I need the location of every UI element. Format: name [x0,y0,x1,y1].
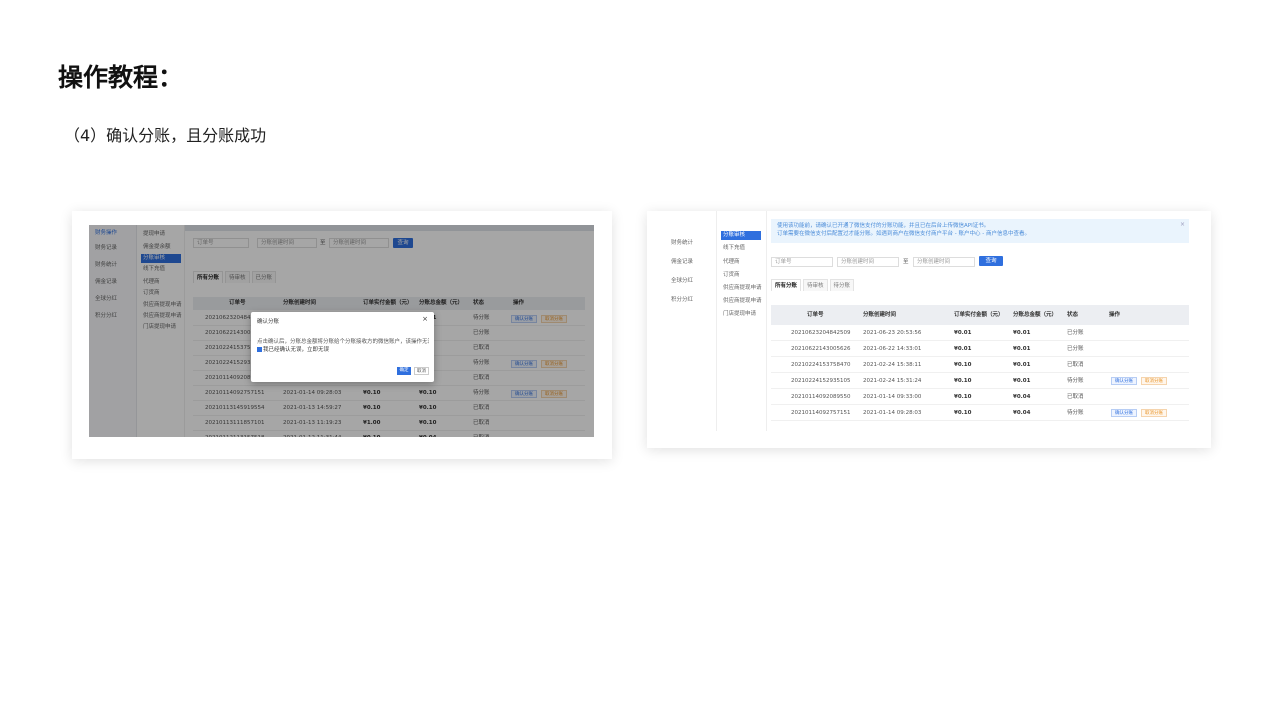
info-notice: 使用该功能前，请确认已开通了微信支付的分账功能，并且已在后台上传微信API证书。… [771,219,1189,243]
admin-panel: 财务操作 财务记录 财务统计 佣金记录 全球分红 积分分红 提现申请 佣金提余额… [89,225,594,437]
slide-title: 操作教程： [58,63,184,92]
col-time: 分账创建时间 [863,312,897,318]
search-button[interactable]: 查询 [979,256,1003,266]
notice-line: 使用该功能前，请确认已开通了微信支付的分账功能，并且已在后台上传微信API证书。 [777,223,990,229]
dialog-cancel-button[interactable]: 取消 [414,367,429,375]
start-date-input[interactable]: 分账创建时间 [837,257,899,267]
sub-nav-item[interactable]: 订货商 [721,271,740,280]
cell-paid: ¥0.01 [954,346,972,352]
slide-subtitle: （4）确认分账，且分账成功 [64,126,267,145]
cell-time: 2021-01-14 09:33:00 [863,394,922,400]
nav-item[interactable]: 积分分红 [671,296,693,305]
cell-order: 20210224153758470 [791,362,851,368]
table-row: 20210114092089550 2021-01-14 09:33:00 ¥0.1… [771,389,1189,405]
tab-bar: 所有分账 待审核 待分账 [771,279,856,291]
cell-status: 已分账 [1067,330,1084,336]
cell-order: 20210224152935105 [791,378,851,384]
cell-split: ¥0.04 [1013,410,1031,416]
cell-paid: ¥0.01 [954,330,972,336]
confirm-checkbox[interactable]: 我已经确认无误，立即无误 [257,345,329,353]
cell-time: 2021-06-22 14:33:01 [863,346,922,352]
order-search-input[interactable]: 订单号 [771,257,833,267]
slide: 操作教程： （4）确认分账，且分账成功 财务操作 财务记录 财务统计 佣金记录 … [0,0,1280,720]
notice-line: 订单需要在微信支付后配置过才能分账。如遇到商户在微信支付商户平台 - 账户中心 … [777,231,1030,237]
dialog-message: 点击确认后，分账总金额将分账给个分账接收方的微信账户，该操作无法撤销，请确认后再… [257,339,429,345]
dialog-title: 确认分账 [257,319,280,325]
cell-paid: ¥0.10 [954,378,972,384]
col-order: 订单号 [807,312,824,318]
cell-paid: ¥0.10 [954,362,972,368]
cell-paid: ¥0.10 [954,394,972,400]
confirm-split-dialog: 确认分账 × 点击确认后，分账总金额将分账给个分账接收方的微信账户，该操作无法撤… [251,312,434,382]
sub-nav-item[interactable]: 门店提现申请 [721,310,756,319]
end-date-input[interactable]: 分账创建时间 [913,257,975,267]
tab-all[interactable]: 所有分账 [771,279,802,291]
cell-status: 已取消 [1067,362,1084,368]
sub-nav-item[interactable]: 供应商提现申请 [721,297,762,306]
col-status: 状态 [1067,312,1079,318]
cell-status: 待分账 [1067,378,1084,384]
table-row: 20210622143005626 2021-06-22 14:33:01 ¥0.0… [771,341,1189,357]
col-split: 分账总金额（元） [1013,312,1058,318]
sub-nav-item-active[interactable]: 分账审核 [721,231,761,240]
confirm-split-button[interactable]: 确认分账 [1111,409,1137,417]
cell-status: 待分账 [1067,410,1084,416]
cell-order: 20210623204842509 [791,330,851,336]
cell-time: 2021-02-24 15:31:24 [863,378,922,384]
screenshot-split-success: 财务统计 佣金记录 全球分红 积分分红 分账审核 线下充值 代理商 订货商 供应… [647,211,1211,448]
close-icon[interactable]: × [1180,221,1185,229]
table-row: 20210114092757151 2021-01-14 09:28:03 ¥0.1… [771,405,1189,421]
tab-pending[interactable]: 待审核 [803,279,828,291]
cell-time: 2021-06-23 20:53:56 [863,330,922,336]
sub-nav-item[interactable]: 代理商 [721,258,740,267]
nav-item[interactable]: 财务统计 [671,239,693,248]
cell-split: ¥0.01 [1013,330,1031,336]
secondary-nav: 分账审核 线下充值 代理商 订货商 供应商提现申请 供应商提现申请 门店提现申请 [717,211,767,431]
col-paid: 订单实付金额（元） [954,312,1004,318]
main-content: 使用该功能前，请确认已开通了微信支付的分账功能，并且已在后台上传微信API证书。… [767,211,1193,431]
table-row: 20210224153758470 2021-02-24 15:38:11 ¥0.1… [771,357,1189,373]
cell-split: ¥0.01 [1013,362,1031,368]
cell-split: ¥0.01 [1013,346,1031,352]
cell-status: 已分账 [1067,346,1084,352]
cell-order: 20210114092089550 [791,394,851,400]
checkbox-icon [257,347,262,352]
screenshot-confirm-dialog: 财务操作 财务记录 财务统计 佣金记录 全球分红 积分分红 提现申请 佣金提余额… [72,211,612,459]
date-separator: 至 [903,259,909,265]
cancel-split-button[interactable]: 取消分账 [1141,409,1167,417]
cell-order: 20210114092757151 [791,410,851,416]
cell-time: 2021-01-14 09:28:03 [863,410,922,416]
cell-time: 2021-02-24 15:38:11 [863,362,922,368]
cell-paid: ¥0.10 [954,410,972,416]
table-row: 20210224152935105 2021-02-24 15:31:24 ¥0.1… [771,373,1189,389]
confirm-split-button[interactable]: 确认分账 [1111,377,1137,385]
table-row: 20210623204842509 2021-06-23 20:53:56 ¥0.0… [771,325,1189,341]
checkbox-label: 我已经确认无误，立即无误 [263,347,330,353]
close-icon[interactable]: × [422,315,428,323]
cell-order: 20210622143005626 [791,346,851,352]
cell-status: 已取消 [1067,394,1084,400]
cell-split: ¥0.04 [1013,394,1031,400]
dialog-ok-button[interactable]: 确定 [397,367,411,375]
primary-nav: 财务统计 佣金记录 全球分红 积分分红 [665,211,717,431]
table-header: 订单号 分账创建时间 订单实付金额（元） 分账总金额（元） 状态 操作 [771,305,1189,325]
sub-nav-item[interactable]: 线下充值 [721,244,745,253]
nav-item[interactable]: 佣金记录 [671,258,693,267]
cell-split: ¥0.01 [1013,378,1031,384]
cancel-split-button[interactable]: 取消分账 [1141,377,1167,385]
tab-split[interactable]: 待分账 [829,279,855,291]
sub-nav-item[interactable]: 供应商提现申请 [721,284,762,293]
nav-item[interactable]: 全球分红 [671,277,693,286]
col-ops: 操作 [1109,312,1121,318]
